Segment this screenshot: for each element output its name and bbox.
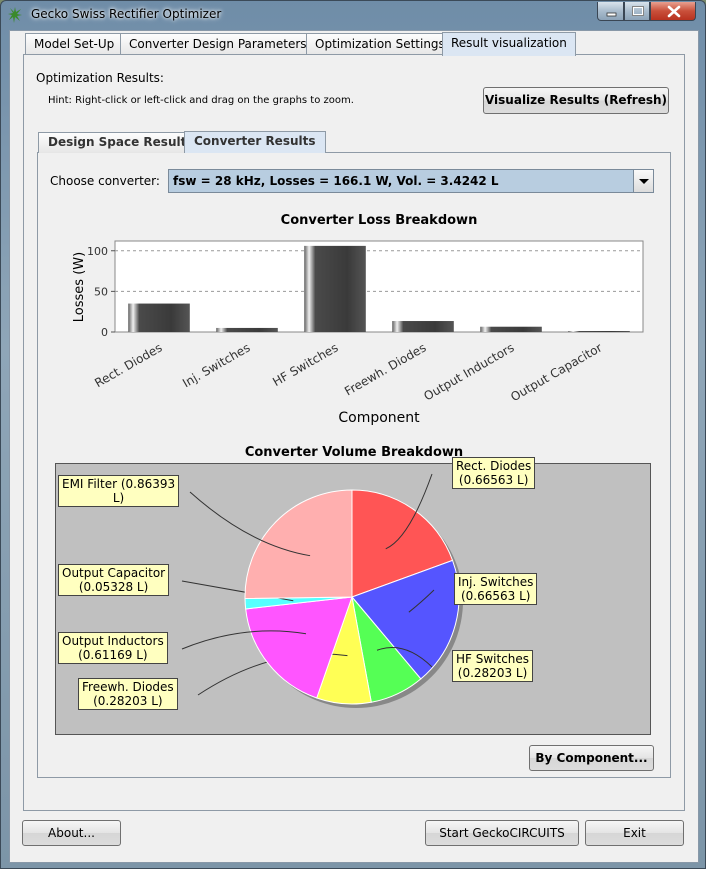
choose-converter-label: Choose converter:: [50, 174, 160, 188]
x-tick-label: Rect. Diodes: [92, 340, 164, 390]
exit-button[interactable]: Exit: [585, 820, 684, 846]
minimize-icon: [606, 12, 617, 17]
pie-callout-label: EMI Filter (0.86393 L): [58, 475, 180, 507]
converter-selected-value: fsw = 28 kHz, Losses = 166.1 W, Vol. = 3…: [173, 174, 499, 188]
loss-y-axis-label: Losses (W): [72, 252, 87, 322]
loss-chart-title: Converter Loss Breakdown: [281, 213, 478, 228]
x-tick-label: Output Capacitor: [508, 340, 604, 404]
volume-chart-title: Converter Volume Breakdown: [244, 445, 464, 460]
loss-breakdown-chart[interactable]: Converter Loss Breakdown 0 50 100 Rect. Di…: [37, 209, 671, 437]
maximize-button[interactable]: [624, 2, 650, 21]
bar[interactable]: [568, 331, 630, 332]
y-tick-label: 50: [94, 285, 108, 298]
x-tick-label: Output Inductors: [421, 340, 516, 403]
by-component-button[interactable]: By Component...: [529, 745, 654, 771]
tab-converter-design-parameters[interactable]: Converter Design Parameters: [120, 33, 316, 55]
x-tick-label: Inj. Switches: [180, 340, 252, 390]
chevron-down-icon: [639, 179, 649, 184]
pie-callout-label: Inj. Switches (0.66563 L): [454, 573, 538, 605]
pie-slice[interactable]: [244, 489, 353, 600]
bar[interactable]: [216, 327, 278, 332]
gecko-app-icon: [8, 7, 22, 23]
optimization-results-heading: Optimization Results:: [36, 71, 164, 85]
client-area: Model Set-Up Converter Design Parameters…: [9, 30, 699, 863]
pie-callout-label: Output Inductors (0.61169 L): [58, 632, 168, 664]
volume-breakdown-chart[interactable]: Rect. Diodes (0.66563 L) Inj. Switches (0.6…: [55, 457, 651, 735]
tab-model-setup[interactable]: Model Set-Up: [25, 33, 124, 55]
pie-callout-label: HF Switches (0.28203 L): [452, 650, 534, 682]
converter-select[interactable]: fsw = 28 kHz, Losses = 166.1 W, Vol. = 3…: [168, 169, 654, 193]
tab-converter-results[interactable]: Converter Results: [184, 131, 326, 153]
app-window: Gecko Swiss Rectifier Optimizer Model Se…: [0, 0, 706, 869]
x-tick-label: Freewh. Diodes: [342, 340, 428, 398]
bar[interactable]: [128, 303, 190, 332]
visualize-results-button[interactable]: Visualize Results (Refresh): [483, 87, 669, 114]
loss-x-ticks: Rect. Diodes Inj. Switches HF Switches Free…: [92, 340, 604, 404]
close-button[interactable]: [650, 2, 696, 21]
pie-callout-label: Output Capacitor (0.05328 L): [58, 564, 170, 596]
tab-design-space-results[interactable]: Design Space Results: [38, 132, 204, 153]
bar[interactable]: [304, 245, 366, 332]
pie-callout-label: Rect. Diodes (0.66563 L): [452, 457, 536, 489]
loss-plot-area: [114, 240, 644, 333]
y-tick-label: 100: [87, 245, 108, 258]
close-icon: [667, 5, 681, 18]
title-bar[interactable]: Gecko Swiss Rectifier Optimizer: [1, 1, 705, 29]
minimize-button[interactable]: [597, 2, 624, 21]
maximize-icon: [632, 6, 644, 16]
x-tick-label: HF Switches: [270, 340, 340, 389]
loss-x-axis-label: Component: [338, 410, 420, 426]
zoom-hint: Hint: Right-click or left-click and drag…: [48, 95, 354, 106]
tab-optimization-settings[interactable]: Optimization Settings: [306, 33, 454, 55]
bar[interactable]: [392, 321, 454, 332]
dropdown-button[interactable]: [633, 170, 653, 192]
y-tick-label: 0: [101, 326, 108, 339]
bar[interactable]: [480, 326, 542, 332]
about-button[interactable]: About...: [22, 820, 121, 846]
pie-callout-label: Freewh. Diodes (0.28203 L): [78, 678, 178, 710]
tab-result-visualization[interactable]: Result visualization: [442, 32, 576, 56]
window-title: Gecko Swiss Rectifier Optimizer: [31, 7, 222, 21]
loss-y-ticks: 0 50 100: [87, 245, 115, 339]
start-geckocircuits-button[interactable]: Start GeckoCIRCUITS: [425, 820, 579, 846]
